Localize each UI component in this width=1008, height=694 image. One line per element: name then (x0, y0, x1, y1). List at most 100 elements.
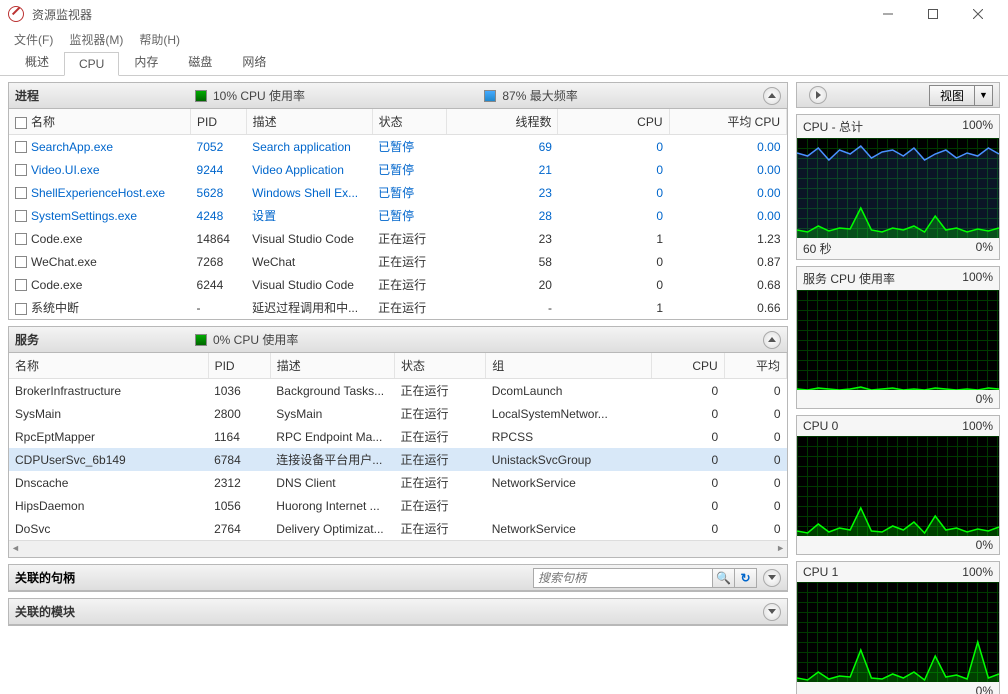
table-row[interactable]: Code.exe14864Visual Studio Code正在运行2311.… (9, 227, 787, 250)
maximize-button[interactable] (910, 0, 955, 28)
table-row[interactable]: DoSvc2764Delivery Optimizat...正在运行Networ… (9, 517, 787, 540)
col-name[interactable]: 名称 (9, 109, 191, 135)
services-table: 名称 PID 描述 状态 组 CPU 平均 BrokerInfrastructu… (9, 353, 787, 540)
view-button[interactable]: 视图 (929, 85, 975, 106)
tab-memory[interactable]: 内存 (119, 48, 173, 75)
svc-col-pid[interactable]: PID (208, 353, 270, 379)
search-handles-input[interactable] (533, 568, 713, 588)
chevron-up-icon (768, 337, 776, 342)
chart-footer-left: 60 秒 (803, 240, 832, 257)
row-checkbox[interactable] (15, 164, 27, 176)
col-avg[interactable]: 平均 CPU (669, 109, 786, 135)
menu-help[interactable]: 帮助(H) (131, 31, 188, 48)
svc-col-stat[interactable]: 状态 (395, 353, 486, 379)
table-row[interactable]: Code.exe6244Visual Studio Code正在运行2000.6… (9, 273, 787, 296)
processes-title: 进程 (15, 87, 195, 104)
row-checkbox[interactable] (15, 187, 27, 199)
chart-title: CPU 1 (803, 565, 838, 579)
app-icon (8, 6, 24, 22)
chart-title: 服务 CPU 使用率 (803, 270, 895, 287)
row-checkbox[interactable] (15, 303, 27, 315)
table-row[interactable]: HipsDaemon1056Huorong Internet ...正在运行00 (9, 494, 787, 517)
table-row[interactable]: RpcEptMapper1164RPC Endpoint Ma...正在运行RP… (9, 425, 787, 448)
svc-col-name[interactable]: 名称 (9, 353, 208, 379)
row-checkbox[interactable] (15, 256, 27, 268)
services-collapse-button[interactable] (763, 331, 781, 349)
col-cpu[interactable]: CPU (558, 109, 669, 135)
chart-max: 100% (962, 565, 993, 579)
table-row[interactable]: ShellExperienceHost.exe5628Windows Shell… (9, 181, 787, 204)
chart-footer-right: 0% (976, 684, 993, 694)
services-header[interactable]: 服务 0% CPU 使用率 (9, 327, 787, 353)
menubar: 文件(F) 监视器(M) 帮助(H) (0, 28, 1008, 50)
chart-max: 100% (962, 118, 993, 135)
table-row[interactable]: BrokerInfrastructure1036Background Tasks… (9, 379, 787, 403)
window-title: 资源监视器 (32, 6, 92, 23)
search-button[interactable]: 🔍 (713, 568, 735, 588)
svc-col-grp[interactable]: 组 (486, 353, 652, 379)
row-checkbox[interactable] (15, 141, 27, 153)
processes-header[interactable]: 进程 10% CPU 使用率 87% 最大频率 (9, 83, 787, 109)
table-row[interactable]: SysMain2800SysMain正在运行LocalSystemNetwor.… (9, 402, 787, 425)
view-dropdown-arrow[interactable]: ▼ (975, 85, 993, 106)
chart-max: 100% (962, 270, 993, 287)
processes-collapse-button[interactable] (763, 87, 781, 105)
col-pid[interactable]: PID (191, 109, 247, 135)
table-row[interactable]: WeChat.exe7268WeChat正在运行5800.87 (9, 250, 787, 273)
menu-monitor[interactable]: 监视器(M) (61, 31, 131, 48)
chart-box: 服务 CPU 使用率100%0% (796, 266, 1000, 409)
processes-table: 名称 PID 描述 状态 线程数 CPU 平均 CPU SearchApp.ex… (9, 109, 787, 319)
row-checkbox[interactable] (15, 279, 27, 291)
chevron-right-icon (816, 91, 821, 99)
table-row[interactable]: Dnscache2312DNS Client正在运行NetworkService… (9, 471, 787, 494)
table-row[interactable]: CDPUserSvc_6b1496784连接设备平台用户...正在运行Unist… (9, 448, 787, 471)
col-desc[interactable]: 描述 (246, 109, 372, 135)
chart-area (797, 138, 999, 238)
table-row[interactable]: Video.UI.exe9244Video Application已暂停2100… (9, 158, 787, 181)
table-row[interactable]: SearchApp.exe7052Search application已暂停69… (9, 135, 787, 159)
chart-title: CPU 0 (803, 419, 838, 433)
cpu-usage-label: 10% CPU 使用率 (213, 87, 305, 104)
tab-network[interactable]: 网络 (227, 48, 281, 75)
chart-footer-right: 0% (976, 240, 993, 257)
chart-area (797, 436, 999, 536)
tab-overview[interactable]: 概述 (10, 48, 64, 75)
tab-disk[interactable]: 磁盘 (173, 48, 227, 75)
svc-col-avg[interactable]: 平均 (724, 353, 786, 379)
services-hscrollbar[interactable] (9, 540, 787, 557)
chart-area (797, 290, 999, 390)
modules-section: 关联的模块 (8, 598, 788, 626)
refresh-button[interactable]: ↻ (735, 568, 757, 588)
chart-box: CPU 0100%0% (796, 415, 1000, 555)
tab-cpu[interactable]: CPU (64, 52, 119, 76)
chart-footer-right: 0% (976, 538, 993, 552)
chart-box: CPU - 总计 100% 60 秒 0% (796, 114, 1000, 260)
chart-title: CPU - 总计 (803, 118, 863, 135)
right-collapse-button[interactable] (809, 86, 827, 104)
handles-collapse-button[interactable] (763, 569, 781, 587)
cpu-usage-icon (195, 90, 207, 102)
modules-collapse-button[interactable] (763, 603, 781, 621)
right-panel-header: 视图 ▼ (796, 82, 1000, 108)
table-row[interactable]: SystemSettings.exe4248设置已暂停2800.00 (9, 204, 787, 227)
row-checkbox[interactable] (15, 210, 27, 222)
chevron-down-icon (768, 575, 776, 580)
max-freq-icon (484, 90, 496, 102)
svc-col-cpu[interactable]: CPU (652, 353, 725, 379)
menu-file[interactable]: 文件(F) (6, 31, 61, 48)
table-row[interactable]: 系统中断-延迟过程调用和中...正在运行-10.66 (9, 296, 787, 319)
chart-box: CPU 1 100% 0% (796, 561, 1000, 694)
chart-area (797, 582, 999, 682)
modules-header[interactable]: 关联的模块 (9, 599, 787, 625)
col-stat[interactable]: 状态 (372, 109, 447, 135)
close-button[interactable] (955, 0, 1000, 28)
col-threads[interactable]: 线程数 (447, 109, 558, 135)
row-checkbox[interactable] (15, 233, 27, 245)
checkbox-all[interactable] (15, 117, 27, 129)
svc-col-desc[interactable]: 描述 (270, 353, 394, 379)
tabbar: 概述 CPU 内存 磁盘 网络 (0, 50, 1008, 76)
search-icon: 🔍 (716, 571, 731, 585)
modules-title: 关联的模块 (15, 603, 75, 620)
minimize-button[interactable] (865, 0, 910, 28)
handles-header[interactable]: 关联的句柄 🔍 ↻ (9, 565, 787, 591)
